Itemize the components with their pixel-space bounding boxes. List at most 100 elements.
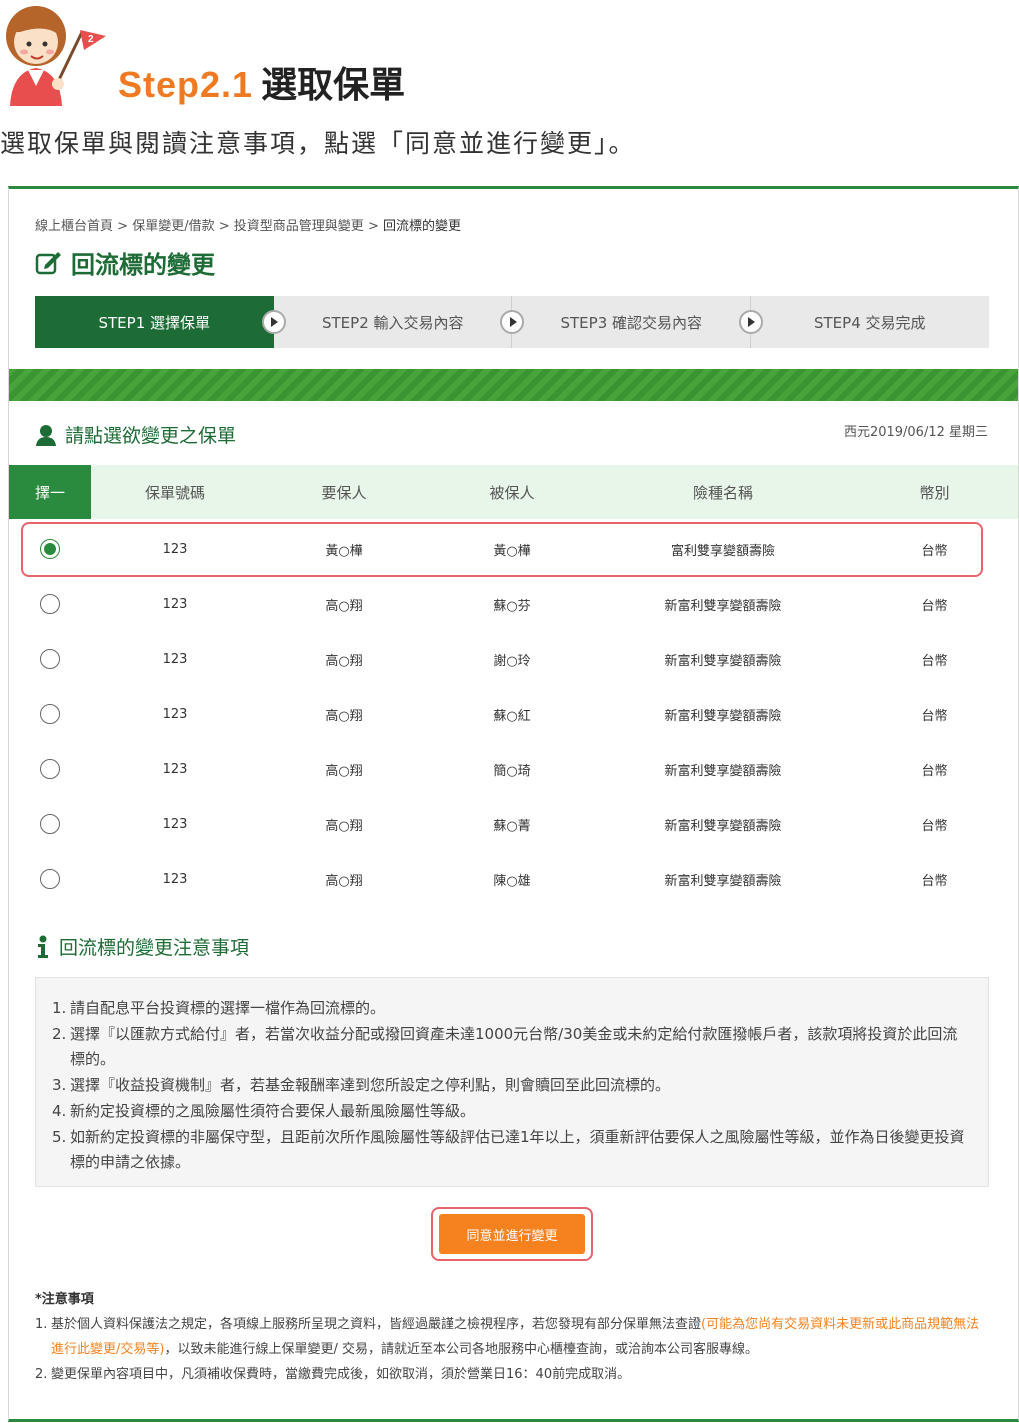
agree-and-change-button[interactable]: 同意並進行變更 <box>439 1214 585 1254</box>
select-cell <box>9 687 91 741</box>
insured-cell: 黃○樺 <box>493 543 531 559</box>
breadcrumb-link-investment[interactable]: 投資型商品管理與變更 <box>234 219 364 234</box>
footnote: *注意事項 1. 基於個人資料保護法之規定，各項線上服務所呈現之資料，皆經過嚴謹… <box>35 1287 985 1387</box>
insured-cell: 陳○雄 <box>493 873 531 889</box>
currency-cell: 台幣 <box>921 543 948 559</box>
chevron-right-icon <box>261 310 286 334</box>
user-icon <box>36 424 56 446</box>
insured-cell: 蘇○芬 <box>493 598 531 614</box>
insured-cell: 蘇○菁 <box>493 818 531 834</box>
table-row[interactable]: 123 高○翔 簡○琦 新富利雙享變額壽險 台幣 <box>9 742 1018 796</box>
policy-radio[interactable] <box>40 869 60 889</box>
step-1-label: STEP1 選擇保單 <box>98 313 211 332</box>
flag-number: 2 <box>88 34 94 45</box>
header-select: 擇一 <box>9 465 91 519</box>
step-4-label: STEP4 交易完成 <box>813 313 926 332</box>
owner-cell: 高○翔 <box>325 598 363 614</box>
currency-cell: 台幣 <box>921 873 948 889</box>
breadcrumb-link-home[interactable]: 線上櫃台首頁 <box>35 219 113 234</box>
select-cell <box>9 797 91 851</box>
header-owner: 要保人 <box>321 483 367 502</box>
select-cell <box>9 742 91 796</box>
table-row[interactable]: 123 高○翔 蘇○菁 新富利雙享變額壽險 台幣 <box>9 797 1018 851</box>
intro-text: 選取保單與閱讀注意事項，點選「同意並進行變更」。 <box>0 129 636 158</box>
product-cell: 新富利雙享變額壽險 <box>664 818 782 834</box>
select-section-title-text: 請點選欲變更之保單 <box>65 425 237 447</box>
decorative-stripe <box>9 369 1018 401</box>
step-3-label: STEP3 確認交易內容 <box>560 313 703 332</box>
table-header: 擇一 保單號碼 要保人 被保人 險種名稱 幣別 <box>9 465 1018 519</box>
currency-cell: 台幣 <box>921 653 948 669</box>
footnote-item-1: 1. 基於個人資料保護法之規定，各項線上服務所呈現之資料，皆經過嚴謹之檢視程序，… <box>35 1317 980 1357</box>
breadcrumb: 線上櫃台首頁 > 保單變更/借款 > 投資型商品管理與變更 > 回流標的變更 <box>35 215 461 234</box>
insured-cell: 謝○玲 <box>493 653 531 669</box>
owner-cell: 高○翔 <box>325 873 363 889</box>
table-row[interactable]: 123 高○翔 蘇○紅 新富利雙享變額壽險 台幣 <box>9 687 1018 741</box>
owner-cell: 高○翔 <box>325 763 363 779</box>
policy-number-cell: 123 <box>162 651 188 667</box>
step-2: STEP2 輸入交易內容 <box>274 296 524 348</box>
step-heading: Step2.1 選取保單 <box>118 56 405 108</box>
policy-number-cell: 123 <box>162 596 188 612</box>
policy-radio[interactable] <box>40 814 60 834</box>
product-cell: 新富利雙享變額壽險 <box>664 653 782 669</box>
breadcrumb-separator: > <box>218 219 230 234</box>
product-cell: 新富利雙享變額壽險 <box>664 763 782 779</box>
policy-radio[interactable] <box>40 594 60 614</box>
policy-number-cell: 123 <box>162 761 188 777</box>
notice-item: 3. 選擇『收益投資機制』者，若基金報酬率達到您所設定之停利點，則會贖回至此回流標… <box>52 1076 671 1094</box>
policy-radio[interactable] <box>40 539 60 559</box>
table-row[interactable]: 123 高○翔 謝○玲 新富利雙享變額壽險 台幣 <box>9 632 1018 686</box>
insured-cell: 蘇○紅 <box>493 708 531 724</box>
notice-item: 1. 請自配息平台投資標的選擇一檔作為回流標的。 <box>52 999 386 1017</box>
owner-cell: 高○翔 <box>325 653 363 669</box>
notice-box: 1. 請自配息平台投資標的選擇一檔作為回流標的。 2. 選擇『以匯款方式給付』者，若… <box>35 977 989 1187</box>
agree-button-highlight: 同意並進行變更 <box>431 1207 593 1261</box>
currency-cell: 台幣 <box>921 818 948 834</box>
notice-section-title-text: 回流標的變更注意事項 <box>59 937 250 959</box>
policy-radio[interactable] <box>40 759 60 779</box>
step-number: Step2.1 <box>118 64 254 105</box>
currency-cell: 台幣 <box>921 598 948 614</box>
notice-item: 4. 新約定投資標的之風險屬性須符合要保人最新風險屬性等級。 <box>52 1102 476 1120</box>
policy-number-cell: 123 <box>162 871 188 887</box>
step-2-label: STEP2 輸入交易內容 <box>321 313 464 332</box>
owner-cell: 黃○樺 <box>325 543 363 559</box>
table-row[interactable]: 123 黃○樺 黃○樺 富利雙享變額壽險 台幣 <box>9 522 1018 576</box>
footnote-title: *注意事項 <box>35 1292 94 1307</box>
header-currency: 幣別 <box>919 483 950 502</box>
chevron-right-icon <box>738 310 763 334</box>
select-cell <box>9 522 91 576</box>
insured-cell: 簡○琦 <box>493 763 531 779</box>
product-cell: 新富利雙享變額壽險 <box>664 708 782 724</box>
step-4: STEP4 交易完成 <box>751 296 990 348</box>
header-policy-no: 保單號碼 <box>144 483 205 502</box>
product-cell: 新富利雙享變額壽險 <box>664 598 782 614</box>
breadcrumb-separator: > <box>367 219 379 234</box>
select-cell <box>9 852 91 906</box>
footnote-item-2: 2. 變更保單內容項目中，凡須補收保費時，當繳費完成後，如欲取消，須於營業日16… <box>35 1367 631 1382</box>
step-1: STEP1 選擇保單 <box>35 296 286 348</box>
policy-radio[interactable] <box>40 704 60 724</box>
notice-item: 5. 如新約定投資標的非屬保守型，且距前次所作風險屬性等級評估已達1年以上，須重新… <box>52 1128 965 1171</box>
table-row[interactable]: 123 高○翔 蘇○芬 新富利雙享變額壽險 台幣 <box>9 577 1018 631</box>
header-product: 險種名稱 <box>692 483 753 502</box>
progress-steps: STEP1 選擇保單 STEP2 輸入交易內容 STEP3 確認交易內容 STE… <box>35 296 989 348</box>
select-section-title: 請點選欲變更之保單 <box>35 421 236 448</box>
mascot-illustration: 2 <box>6 6 106 106</box>
product-cell: 富利雙享變額壽險 <box>670 543 775 559</box>
chevron-right-icon <box>500 310 524 334</box>
currency-cell: 台幣 <box>921 708 948 724</box>
screen-frame: 線上櫃台首頁 > 保單變更/借款 > 投資型商品管理與變更 > 回流標的變更 回… <box>8 186 1019 1422</box>
breadcrumb-link-change[interactable]: 保單變更/借款 <box>132 219 214 234</box>
info-icon <box>38 935 48 958</box>
policy-number-cell: 123 <box>162 541 188 557</box>
notice-section-title: 回流標的變更注意事項 <box>35 933 249 960</box>
step-title-text: 選取保單 <box>261 65 406 106</box>
policy-radio[interactable] <box>40 649 60 669</box>
policy-number-cell: 123 <box>162 706 188 722</box>
header-insured: 被保人 <box>489 483 535 502</box>
currency-cell: 台幣 <box>921 763 948 779</box>
breadcrumb-separator: > <box>117 219 129 234</box>
table-row[interactable]: 123 高○翔 陳○雄 新富利雙享變額壽險 台幣 <box>9 852 1018 906</box>
